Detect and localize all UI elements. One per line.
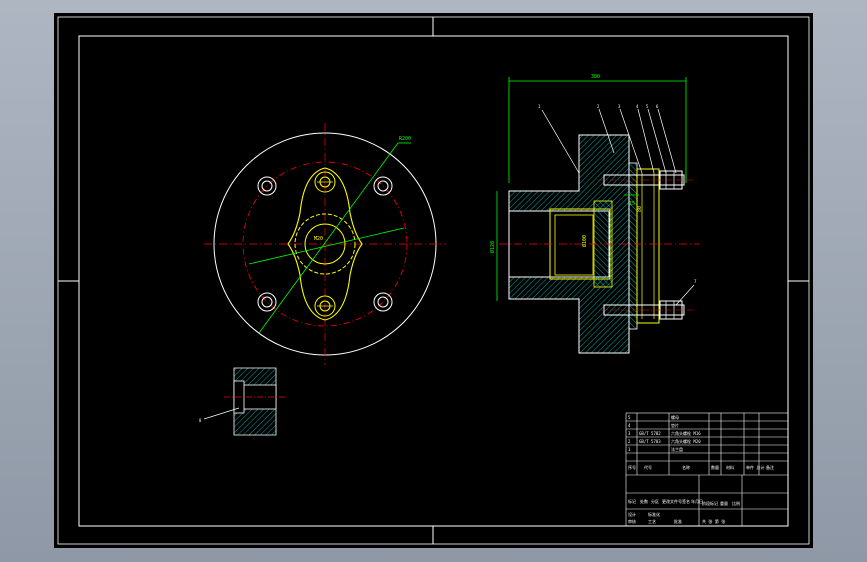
svg-text:标准化: 标准化 bbox=[648, 511, 660, 517]
svg-text:螺母: 螺母 bbox=[671, 414, 679, 420]
radius-dim: R200 bbox=[399, 136, 411, 142]
svg-text:数量: 数量 bbox=[711, 464, 719, 470]
svg-text:序号: 序号 bbox=[628, 464, 636, 470]
svg-text:分区: 分区 bbox=[651, 498, 659, 504]
balloon-7: 7 bbox=[694, 279, 697, 284]
balloon-2: 2 bbox=[597, 104, 600, 109]
balloon-4: 4 bbox=[636, 104, 639, 109]
svg-text:阶段标记: 阶段标记 bbox=[702, 500, 718, 506]
svg-text:重量: 重量 bbox=[720, 500, 728, 506]
front-view: R200 M20 bbox=[204, 123, 446, 365]
technical-drawing: R200 M20 380 Ø120 Ø100 15 80 1 2 3 4 5 6… bbox=[57, 16, 810, 545]
overall-width-dim: 380 bbox=[591, 74, 600, 80]
svg-text:4: 4 bbox=[628, 423, 631, 428]
svg-text:GB/T 5782: GB/T 5782 bbox=[639, 431, 661, 436]
svg-text:2: 2 bbox=[628, 439, 631, 444]
svg-text:5: 5 bbox=[628, 415, 631, 420]
svg-text:垫片: 垫片 bbox=[671, 422, 679, 428]
height-dim: Ø120 bbox=[489, 241, 496, 253]
bom-text: 5 螺母 4 垫片 3 GB/T 5782 六角头螺栓 M16 2 GB/T 5… bbox=[628, 414, 774, 524]
svg-text:备注: 备注 bbox=[766, 464, 774, 470]
balloon-1: 1 bbox=[538, 104, 541, 109]
svg-text:签名: 签名 bbox=[682, 498, 690, 504]
center-label: M20 bbox=[314, 236, 323, 242]
balloon-6: 6 bbox=[656, 104, 659, 109]
svg-text:更改文件号: 更改文件号 bbox=[662, 498, 682, 504]
svg-text:名称: 名称 bbox=[682, 464, 690, 470]
balloon-3: 3 bbox=[618, 104, 621, 109]
svg-text:六角头螺栓 M20: 六角头螺栓 M20 bbox=[671, 438, 701, 444]
svg-text:审核: 审核 bbox=[628, 518, 636, 524]
svg-text:六角头螺栓 M16: 六角头螺栓 M16 bbox=[671, 430, 701, 436]
svg-text:3: 3 bbox=[628, 431, 631, 436]
balloon-8: 8 bbox=[199, 418, 202, 423]
svg-text:处数: 处数 bbox=[640, 498, 648, 504]
svg-text:单件 总计: 单件 总计 bbox=[746, 464, 764, 470]
bore-dim: Ø100 bbox=[581, 235, 588, 247]
svg-text:GB/T 5783: GB/T 5783 bbox=[639, 439, 661, 444]
cad-viewport[interactable]: R200 M20 380 Ø120 Ø100 15 80 1 2 3 4 5 6… bbox=[54, 13, 813, 548]
detail-view: 8 bbox=[199, 367, 286, 436]
svg-text:1: 1 bbox=[628, 447, 631, 452]
svg-text:比例: 比例 bbox=[732, 500, 740, 506]
svg-text:工艺: 工艺 bbox=[648, 519, 656, 524]
svg-text:设计: 设计 bbox=[628, 511, 636, 517]
section-view: 380 Ø120 Ø100 15 80 1 2 3 4 5 6 7 bbox=[489, 74, 699, 354]
svg-text:法兰盘: 法兰盘 bbox=[671, 446, 683, 452]
balloon-5: 5 bbox=[646, 104, 649, 109]
svg-text:批准: 批准 bbox=[674, 518, 682, 524]
depth-dim: 15 bbox=[629, 201, 635, 207]
svg-text:共 张 第 张: 共 张 第 张 bbox=[702, 518, 725, 524]
svg-text:材料: 材料 bbox=[726, 464, 734, 470]
svg-text:代号: 代号 bbox=[644, 464, 652, 470]
side-callout: 80 bbox=[637, 206, 643, 212]
inner-frame bbox=[78, 35, 789, 527]
svg-text:标记: 标记 bbox=[628, 498, 636, 504]
